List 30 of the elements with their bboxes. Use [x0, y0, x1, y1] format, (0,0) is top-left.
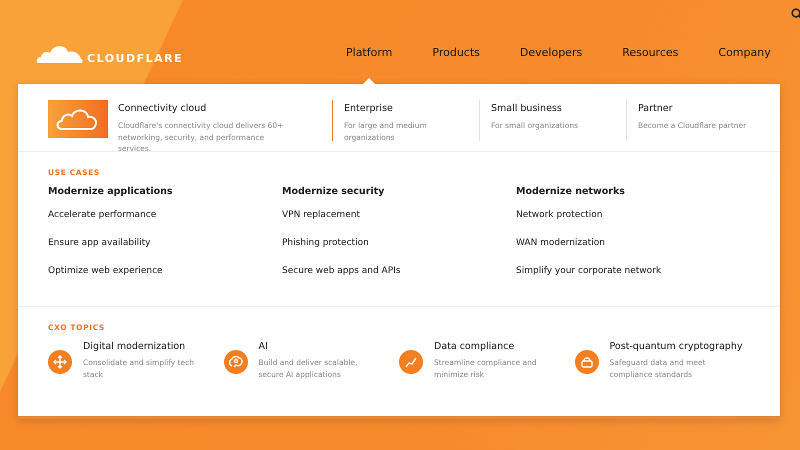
search-icon[interactable]	[791, 8, 800, 20]
nav-link[interactable]: Company	[698, 22, 791, 84]
featured-title[interactable]: Connectivity cloud	[118, 103, 298, 114]
nav-link[interactable]: Products	[412, 22, 500, 84]
use-case-link[interactable]: Secure web apps and APIs	[282, 266, 516, 294]
column-title: Modernize security	[282, 186, 386, 197]
segment-title: Partner	[638, 103, 674, 114]
segment-title: Enterprise	[344, 103, 394, 114]
nav-link[interactable]: Platform	[326, 22, 412, 84]
use-case-link[interactable]: Ensure app availability	[48, 238, 282, 266]
use-case-link[interactable]: Simplify your corporate network	[516, 266, 750, 294]
use-case-link[interactable]: VPN replacement	[282, 210, 516, 238]
column-title: Modernize networks	[516, 186, 626, 197]
topic-title[interactable]: Data compliance	[434, 341, 554, 352]
use-case-link[interactable]: Accelerate performance	[48, 210, 282, 238]
lock-icon	[574, 350, 598, 374]
topic-title[interactable]: Post-quantum cryptography	[610, 341, 742, 352]
brain-icon	[224, 350, 248, 374]
use-case-link[interactable]: Network protection	[516, 210, 750, 238]
move-arrows-icon	[48, 350, 72, 374]
nav-link[interactable]: Resources	[602, 22, 698, 84]
cloud-tile-icon	[48, 100, 108, 138]
topic-title[interactable]: Digital modernization	[83, 341, 203, 352]
segment-title: Small business	[491, 103, 563, 114]
use-case-link[interactable]: Optimize web experience	[48, 266, 282, 294]
column-title: Modernize applications	[48, 186, 174, 197]
use-case-link[interactable]: WAN modernization	[516, 238, 750, 266]
use-case-link[interactable]: Phishing protection	[282, 238, 516, 266]
nav-link[interactable]: Developers	[500, 22, 602, 84]
topic-title[interactable]: AI	[258, 341, 378, 352]
